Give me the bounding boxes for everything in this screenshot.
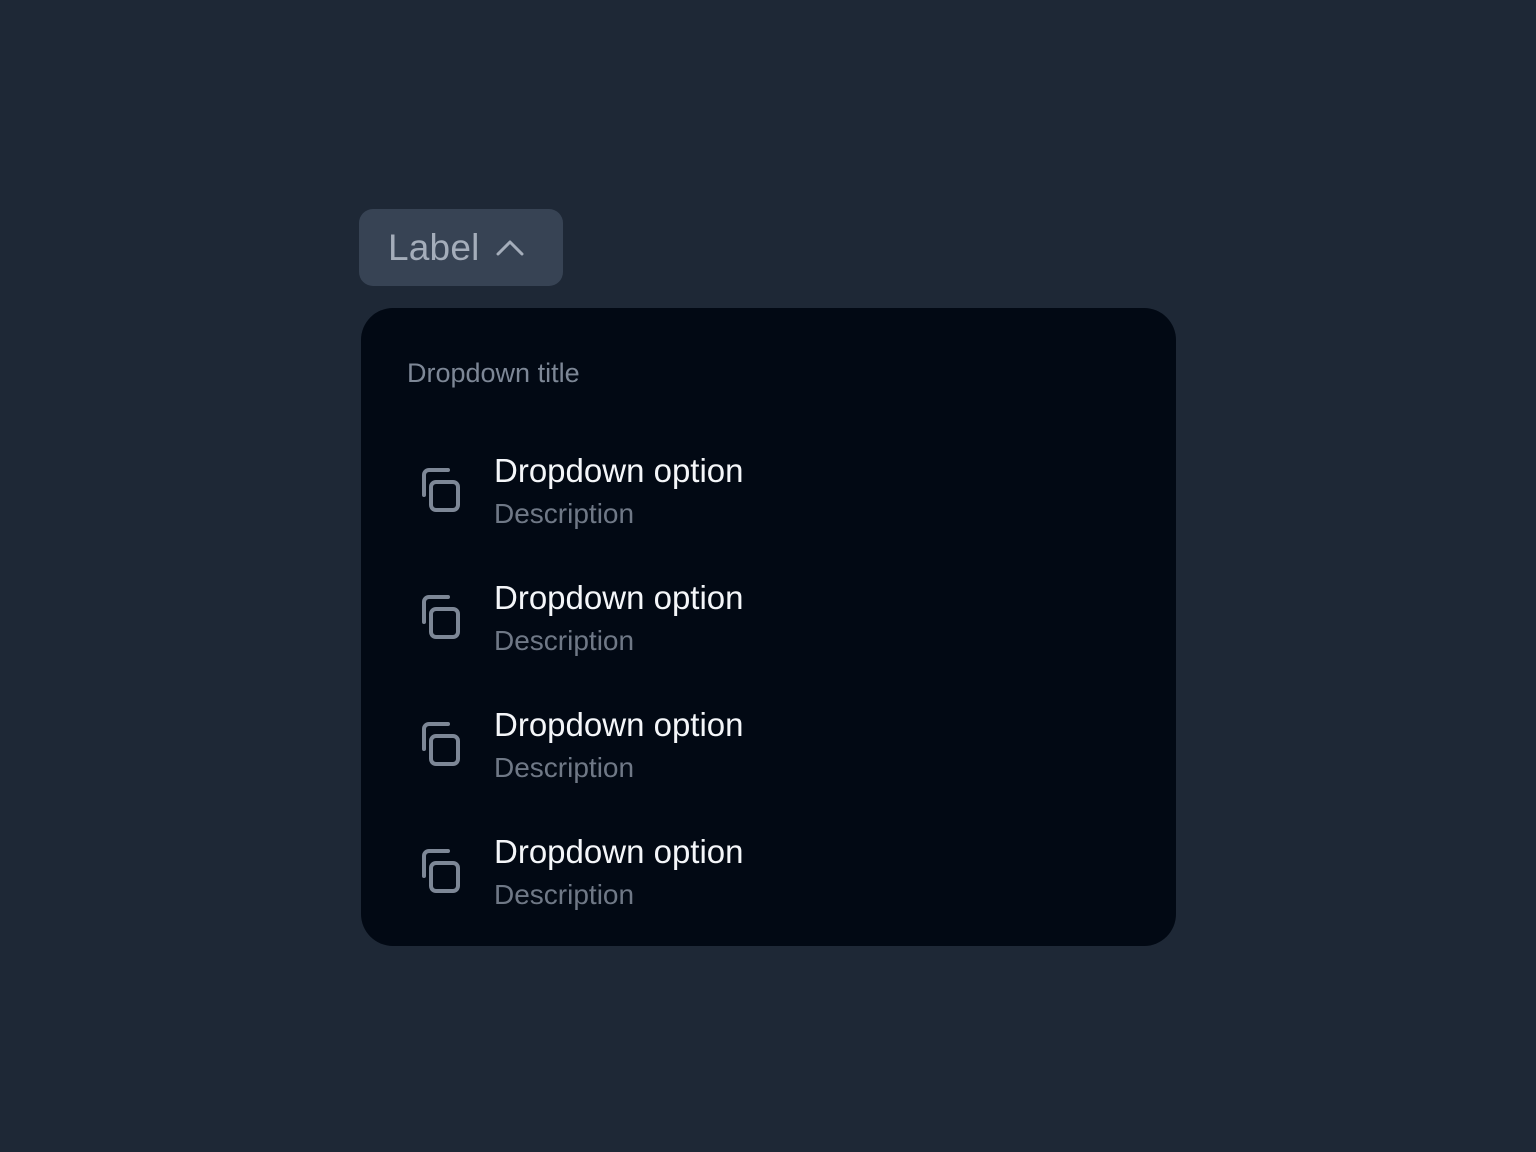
dropdown-option-description: Description [494,752,635,783]
dropdown-title: Dropdown title [407,358,580,388]
dropdown-option-label: Dropdown option [494,706,744,743]
copy-icon [415,719,465,769]
dropdown-trigger-button[interactable]: Label [359,209,563,286]
chevron-up-icon [495,233,525,263]
dropdown-option-description: Description [494,625,635,656]
dropdown-option[interactable]: Dropdown option Description [383,814,1153,924]
dropdown-trigger-label: Label [388,227,480,268]
dropdown-option-label: Dropdown option [494,579,744,616]
dropdown-menu: Dropdown title Dropdown option Descripti… [361,308,1176,946]
dropdown-option-label: Dropdown option [494,833,744,870]
dropdown-option[interactable]: Dropdown option Description [383,687,1153,797]
dropdown-option-description: Description [494,879,635,910]
dropdown-option-label: Dropdown option [494,452,744,489]
copy-icon [415,465,465,515]
copy-icon [415,846,465,896]
dropdown-option[interactable]: Dropdown option Description [383,560,1153,670]
copy-icon [415,592,465,642]
dropdown-option-description: Description [494,498,635,529]
dropdown-option[interactable]: Dropdown option Description [383,433,1153,543]
